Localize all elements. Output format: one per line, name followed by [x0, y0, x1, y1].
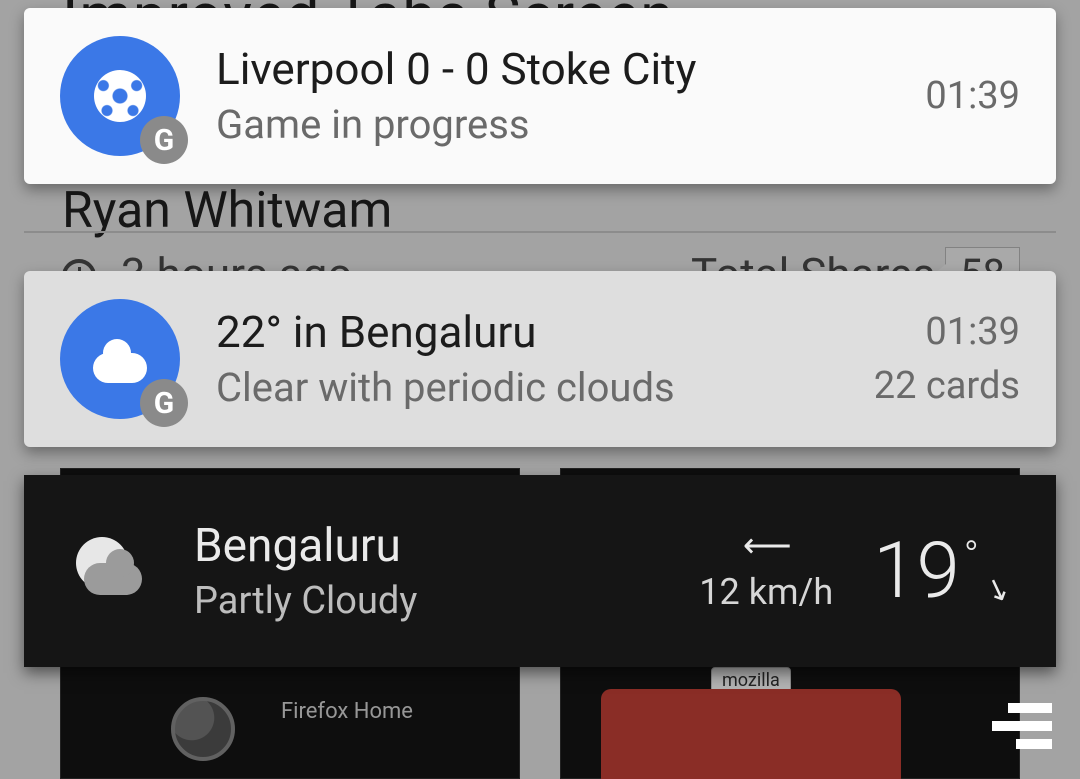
notification-time: 01:39 — [925, 74, 1020, 118]
weather-app-icon: G — [60, 299, 180, 419]
temperature-value: 19 — [873, 526, 960, 617]
sports-app-icon: G — [60, 36, 180, 156]
notification-title: Liverpool 0 - 0 Stoke City — [216, 44, 925, 95]
notification-subtitle: Game in progress — [216, 101, 925, 148]
wind-direction-icon: ⟵ — [699, 529, 833, 563]
partly-cloudy-night-icon — [70, 535, 142, 607]
degree-symbol: ° — [964, 532, 979, 579]
trend-down-icon: ↘ — [980, 568, 1016, 609]
notification-secondary: 22 cards — [874, 364, 1020, 408]
weather-city: Bengaluru — [194, 519, 699, 573]
wind-block: ⟵ 12 km/h — [699, 529, 833, 613]
notification-title: 22° in Bengaluru — [216, 307, 874, 358]
cloud-icon — [93, 353, 147, 383]
weather-condition: Partly Cloudy — [194, 579, 699, 623]
notification-weather[interactable]: G 22° in Bengaluru Clear with periodic c… — [24, 271, 1056, 447]
weather-banner[interactable]: Bengaluru Partly Cloudy ⟵ 12 km/h 19 ° ↘ — [24, 475, 1056, 667]
soccer-icon — [94, 70, 146, 122]
recent-cards-button[interactable] — [980, 703, 1052, 759]
wind-speed: 12 km/h — [699, 571, 833, 613]
notification-sports[interactable]: G Liverpool 0 - 0 Stoke City Game in pro… — [24, 8, 1056, 184]
google-badge-icon: G — [140, 379, 188, 427]
notification-time: 01:39 — [874, 310, 1020, 354]
google-badge-icon: G — [140, 116, 188, 164]
temperature: 19 ° ↘ — [873, 526, 1010, 617]
notification-subtitle: Clear with periodic clouds — [216, 364, 874, 411]
